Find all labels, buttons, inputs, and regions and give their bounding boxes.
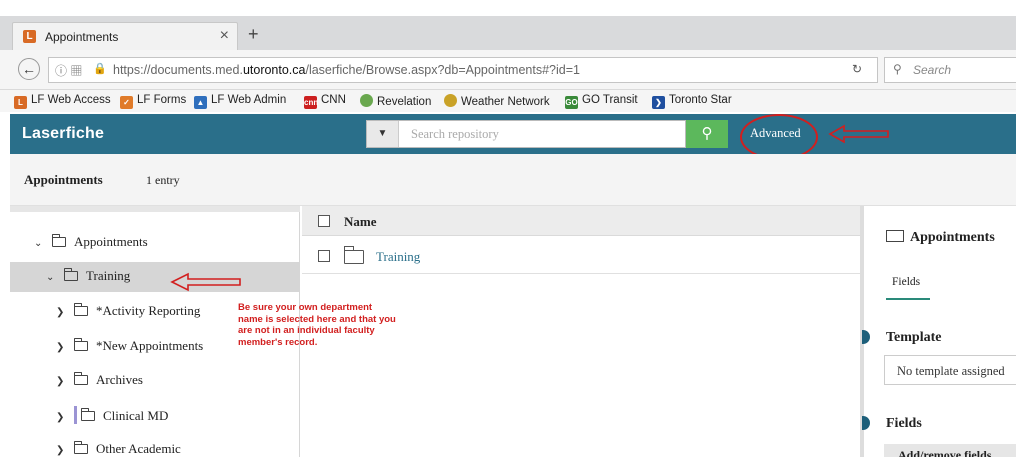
chevron-down-icon[interactable]: ⌄ <box>46 272 60 283</box>
metadata-panel: Appointments Fields Template No template… <box>862 206 1016 457</box>
tab-title: Appointments <box>45 30 119 44</box>
bookmark-lf-forms[interactable]: ✓ LF Forms <box>120 94 186 109</box>
folder-icon <box>63 268 78 281</box>
url-text: https://documents.med.utoronto.ca/laserf… <box>113 63 580 77</box>
tree-node-appointments[interactable]: ⌄ Appointments <box>34 234 148 262</box>
folder-icon <box>73 441 88 454</box>
search-button[interactable]: ⚲ <box>686 120 728 148</box>
folder-title: Appointments <box>24 172 103 187</box>
folder-icon <box>80 408 95 421</box>
close-tab-icon[interactable]: × <box>220 27 229 45</box>
navigation-bar: ← ⓘ ▦ 🔒 https://documents.med.utoronto.c… <box>0 50 1016 90</box>
add-remove-fields-button[interactable]: Add/remove fields <box>884 444 1016 457</box>
collapse-handle[interactable] <box>862 330 870 344</box>
chevron-right-icon[interactable]: ❯ <box>56 307 70 318</box>
browser-search-box[interactable]: ⚲ Search <box>884 57 1016 83</box>
panel-title: Appointments <box>886 230 995 246</box>
annotation-arrow-left-icon <box>828 124 889 144</box>
new-tab-button[interactable]: + <box>248 24 259 45</box>
repository-search-input[interactable]: Search repository <box>411 127 499 142</box>
folder-header: Appointments 1 entry <box>10 154 1016 206</box>
bookmark-lf-web-access[interactable]: L LF Web Access <box>14 94 111 109</box>
lock-icon: 🔒 <box>93 63 107 75</box>
list-item[interactable]: Training <box>302 238 860 274</box>
bookmark-cnn[interactable]: cnn CNN <box>304 94 346 109</box>
tree-node-training[interactable]: ⌄ Training <box>46 268 130 296</box>
entry-count: 1 entry <box>146 173 180 187</box>
bookmark-weather-network[interactable]: Weather Network <box>444 94 550 108</box>
select-all-checkbox[interactable] <box>318 215 330 227</box>
chevron-right-icon[interactable]: ❯ <box>56 445 70 456</box>
chevron-right-icon[interactable]: ❯ <box>56 412 70 423</box>
repository-search[interactable]: ▼ Search repository <box>366 120 686 148</box>
fields-heading: Fields <box>886 416 922 431</box>
app-header: Laserfiche ▼ Search repository ⚲ Advance… <box>10 114 1016 160</box>
folder-icon <box>51 234 66 247</box>
template-select[interactable]: No template assigned <box>884 355 1016 385</box>
toronto-star-icon: ❯ <box>652 96 665 109</box>
folder-icon <box>73 372 88 385</box>
tree-scrollbar[interactable] <box>10 206 300 212</box>
chevron-down-icon[interactable]: ⌄ <box>34 238 48 249</box>
tree-node-archives[interactable]: ❯ Archives <box>56 372 143 400</box>
tree-node-clinical-md[interactable]: ❯ Clinical MD <box>56 406 168 434</box>
list-item-name[interactable]: Training <box>376 249 420 265</box>
cnn-icon: cnn <box>304 96 319 109</box>
folder-icon <box>886 230 904 242</box>
browser-tab-strip: L Appointments × + <box>0 16 1016 50</box>
chevron-right-icon[interactable]: ❯ <box>56 376 70 387</box>
folder-icon <box>343 246 364 264</box>
back-button[interactable]: ← <box>18 58 40 80</box>
row-checkbox[interactable] <box>318 250 330 262</box>
bookmark-lf-web-admin[interactable]: ▲ LF Web Admin <box>194 94 286 109</box>
collapse-handle[interactable] <box>862 416 870 430</box>
laserfiche-logo[interactable]: Laserfiche <box>22 125 104 143</box>
chevron-down-icon[interactable]: ▼ <box>367 121 399 147</box>
search-icon: ⚲ <box>701 125 713 142</box>
browser-search-placeholder: Search <box>913 63 952 77</box>
list-header: Name <box>302 206 860 236</box>
template-heading: Template <box>886 330 942 345</box>
annotation-note: Be sure your own department name is sele… <box>238 302 396 348</box>
column-name[interactable]: Name <box>344 214 377 230</box>
bookmark-go-transit[interactable]: GO GO Transit <box>565 94 638 109</box>
weather-icon <box>444 94 457 107</box>
active-tab-underline <box>886 298 930 300</box>
go-transit-icon: GO <box>565 96 578 109</box>
tab-fields[interactable]: Fields <box>892 276 920 288</box>
address-bar[interactable]: ⓘ ▦ 🔒 https://documents.med.utoronto.ca/… <box>48 57 878 83</box>
tree-node-other-academic[interactable]: ❯ Other Academic <box>56 441 181 457</box>
bookmark-revelation[interactable]: Revelation <box>360 94 431 108</box>
forms-check-icon: ✓ <box>120 96 133 109</box>
chevron-right-icon[interactable]: ❯ <box>56 342 70 353</box>
drag-indicator <box>74 406 77 424</box>
folder-icon <box>73 338 88 351</box>
tree-node-new-appointments[interactable]: ❯ *New Appointments <box>56 338 203 366</box>
bookmark-toronto-star[interactable]: ❯ Toronto Star <box>652 94 732 109</box>
laserfiche-favicon-icon: L <box>23 30 36 43</box>
browser-tab[interactable]: L Appointments × <box>12 22 238 50</box>
reload-icon[interactable]: ↻ <box>852 62 862 76</box>
admin-icon: ▲ <box>194 96 207 109</box>
folder-icon <box>73 303 88 316</box>
bookmarks-bar: L LF Web Access ✓ LF Forms ▲ LF Web Admin c… <box>0 90 1016 112</box>
tree-node-activity-reporting[interactable]: ❯ *Activity Reporting <box>56 303 200 331</box>
info-icon[interactable]: ⓘ ▦ <box>55 62 82 79</box>
annotation-arrow-left-icon <box>170 272 241 292</box>
search-icon: ⚲ <box>893 62 902 76</box>
laserfiche-icon: L <box>14 96 27 109</box>
revelation-icon <box>360 94 373 107</box>
